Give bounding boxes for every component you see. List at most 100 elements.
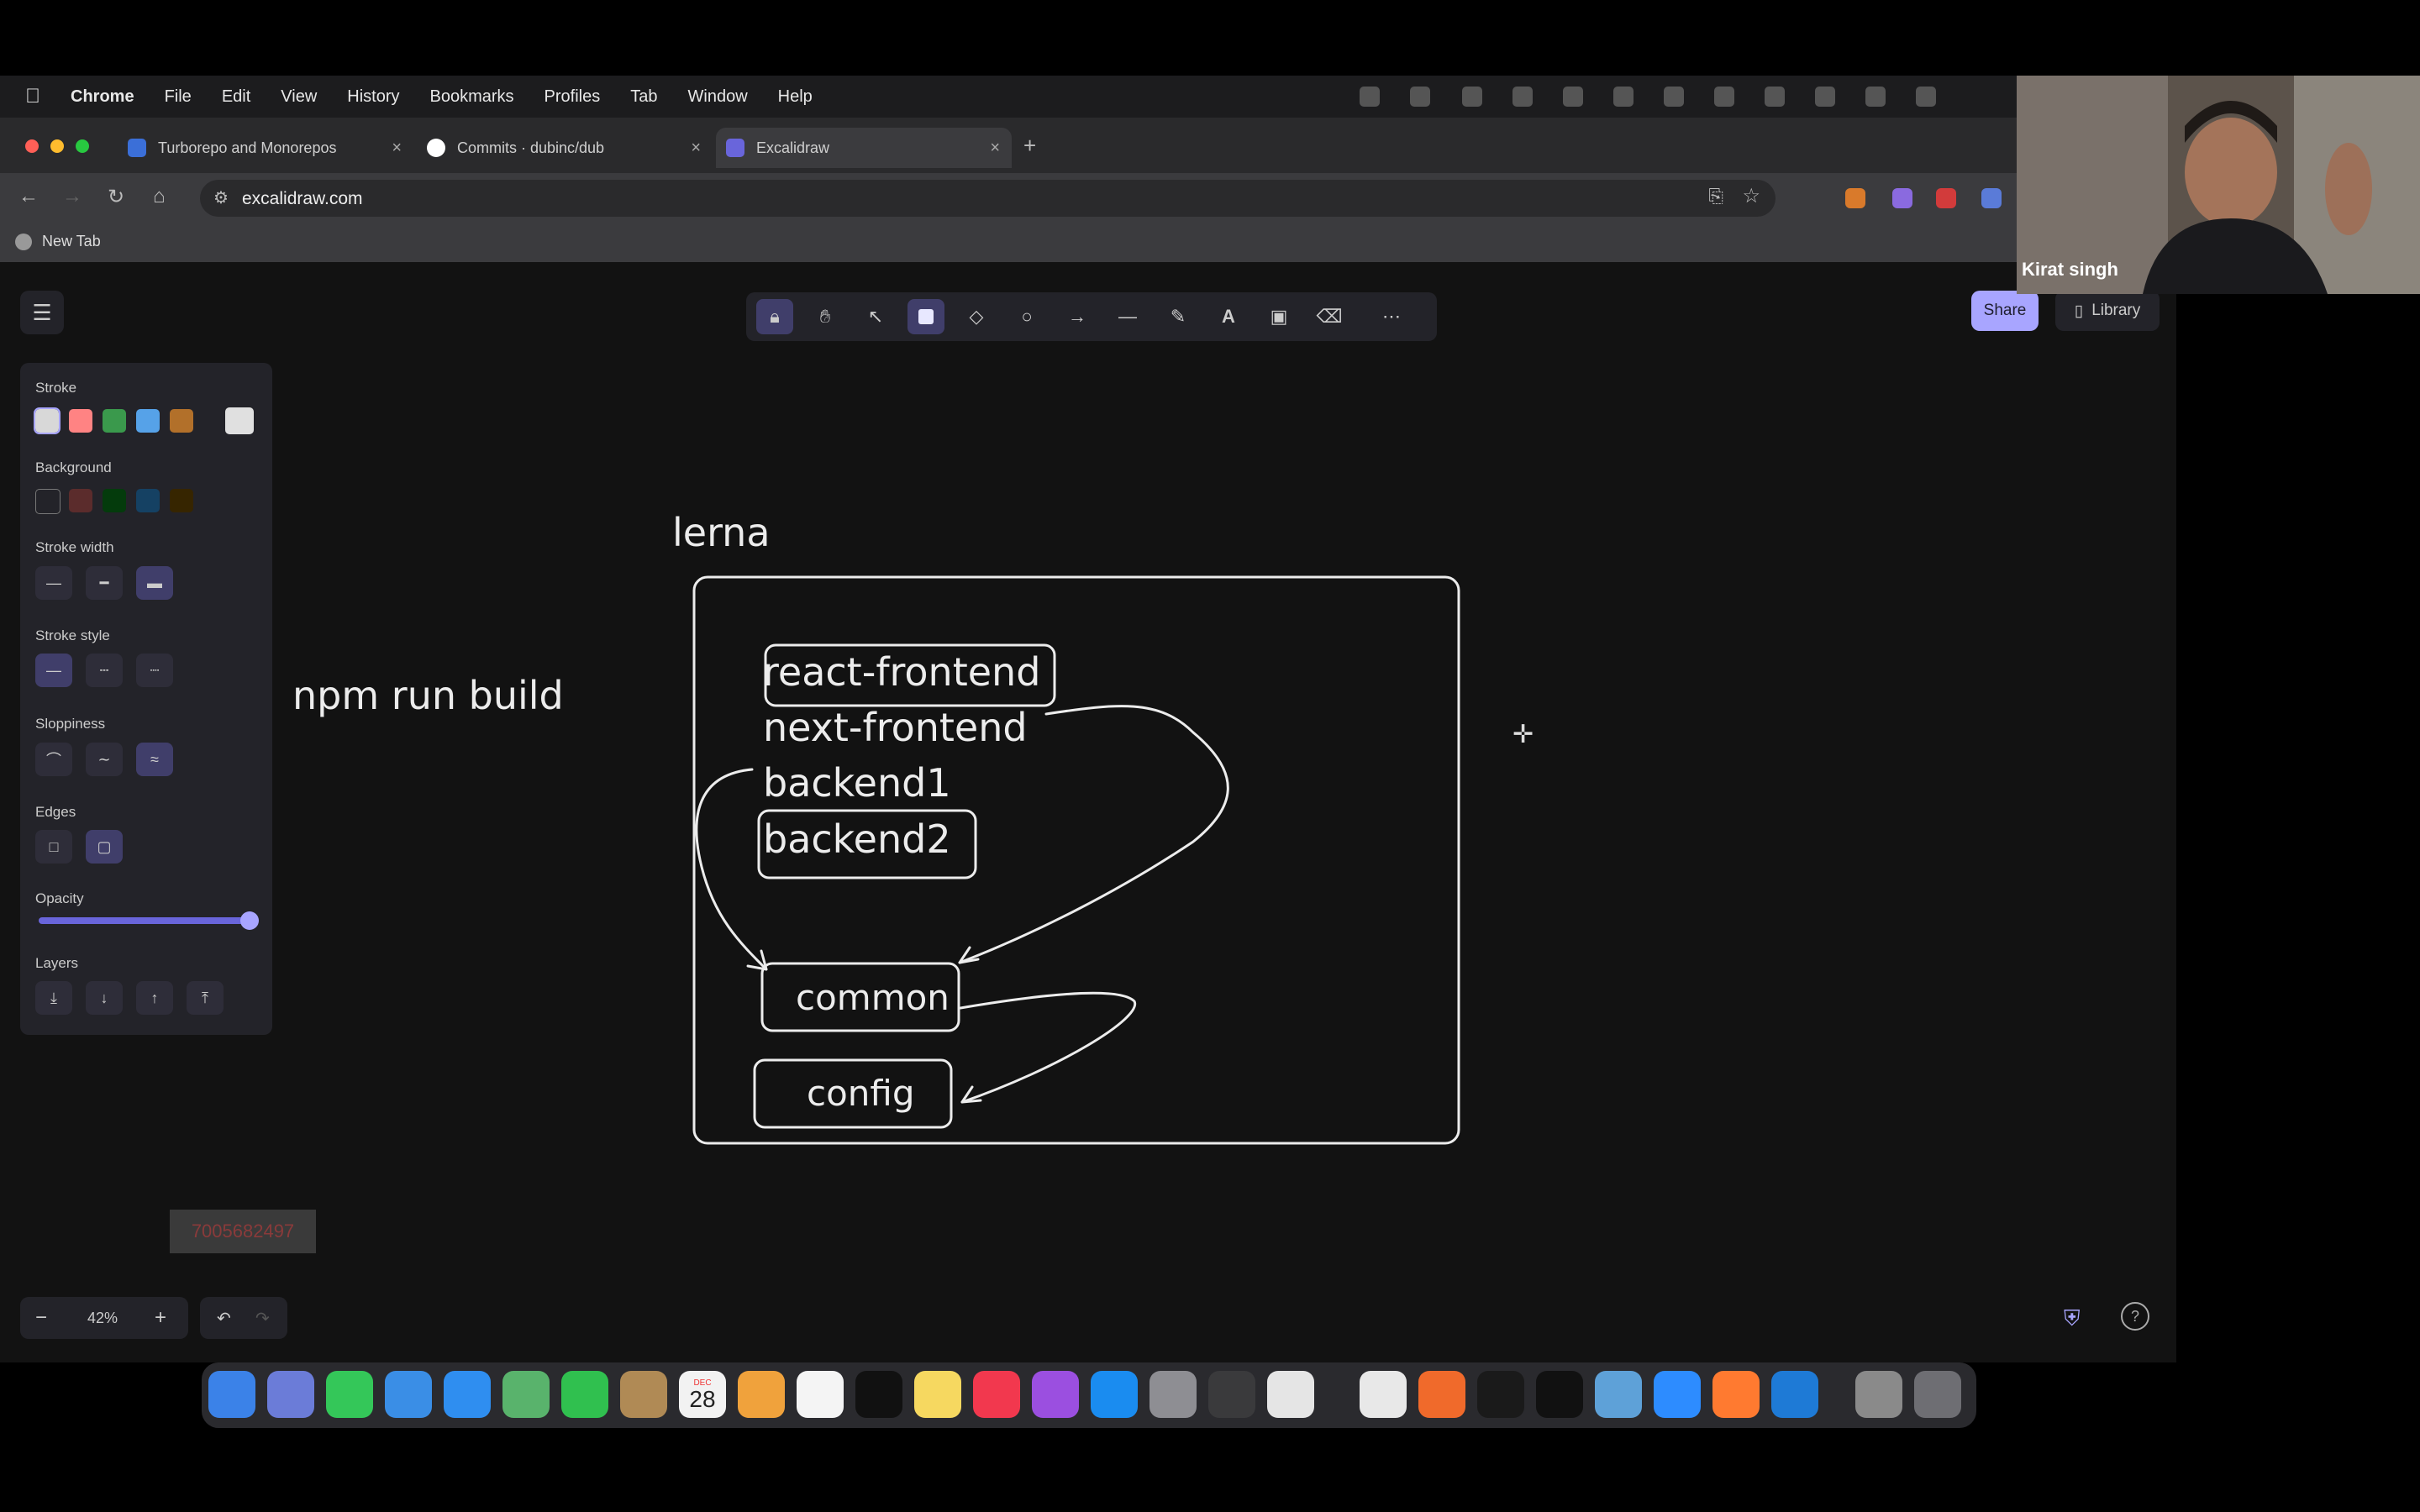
- sloppiness-artist[interactable]: ∼: [86, 743, 123, 776]
- shield-icon[interactable]: ⛨: [2064, 1305, 2081, 1332]
- stroke-color-swatch[interactable]: [136, 409, 160, 433]
- menu-file[interactable]: File: [165, 87, 192, 107]
- home-icon[interactable]: ⌂: [153, 185, 166, 208]
- calendar-icon[interactable]: DEC 28: [679, 1371, 726, 1418]
- close-tab-icon[interactable]: ×: [990, 139, 1000, 158]
- status-icon[interactable]: [1714, 87, 1734, 107]
- preview-icon[interactable]: [1267, 1371, 1314, 1418]
- minimize-window-icon[interactable]: [50, 139, 64, 153]
- menu-history[interactable]: History: [347, 87, 399, 107]
- menu-view[interactable]: View: [281, 87, 317, 107]
- contacts-icon[interactable]: [620, 1371, 667, 1418]
- status-icon[interactable]: [1462, 87, 1482, 107]
- send-backward-button[interactable]: ↓: [86, 981, 123, 1015]
- tab-excalidraw[interactable]: Excalidraw ×: [716, 128, 1012, 168]
- stroke-width-extra-bold[interactable]: ▬: [136, 566, 173, 600]
- extension-icon[interactable]: [1981, 188, 2002, 208]
- arrow-tool-button[interactable]: →: [1059, 299, 1096, 334]
- extension-icon[interactable]: [1892, 188, 1912, 208]
- stroke-width-bold[interactable]: ━: [86, 566, 123, 600]
- photos-icon[interactable]: [738, 1371, 785, 1418]
- install-icon[interactable]: ⎘: [1708, 186, 1723, 207]
- bring-to-front-button[interactable]: ⤒: [187, 981, 224, 1015]
- menu-tab[interactable]: Tab: [630, 87, 657, 107]
- app-store-icon[interactable]: [1091, 1371, 1138, 1418]
- image-tool-button[interactable]: ▣: [1260, 299, 1297, 334]
- excalidraw-canvas[interactable]: [0, 262, 2176, 1362]
- lock-tool-button[interactable]: 🔒︎: [756, 299, 793, 334]
- status-icon[interactable]: [1765, 87, 1785, 107]
- background-color-swatch[interactable]: [170, 489, 193, 512]
- status-icon[interactable]: [1563, 87, 1583, 107]
- close-tab-icon[interactable]: ×: [691, 139, 701, 158]
- terminal-icon[interactable]: [1477, 1371, 1524, 1418]
- text-tool-button[interactable]: A: [1210, 299, 1247, 334]
- bring-forward-button[interactable]: ↑: [136, 981, 173, 1015]
- menu-edit[interactable]: Edit: [222, 87, 250, 107]
- tab-turborepo[interactable]: Turborepo and Monorepos ×: [118, 128, 413, 168]
- status-icon[interactable]: [1815, 87, 1835, 107]
- status-icon[interactable]: [1512, 87, 1533, 107]
- downloads-stack-icon[interactable]: [1855, 1371, 1902, 1418]
- quicktime-icon[interactable]: [1595, 1371, 1642, 1418]
- reminders-icon[interactable]: [797, 1371, 844, 1418]
- selection-tool-button[interactable]: ↖: [857, 299, 894, 334]
- stroke-style-dashed[interactable]: ┄: [86, 654, 123, 687]
- messages-icon[interactable]: [326, 1371, 373, 1418]
- new-tab-icon[interactable]: +: [1023, 133, 1036, 159]
- status-icon[interactable]: [1664, 87, 1684, 107]
- control-center-icon[interactable]: [1916, 87, 1936, 107]
- library-button[interactable]: ▯ Library: [2055, 291, 2160, 331]
- menu-bookmarks[interactable]: Bookmarks: [430, 87, 514, 107]
- ellipse-tool-button[interactable]: ○: [1008, 299, 1045, 334]
- diamond-tool-button[interactable]: ◇: [958, 299, 995, 334]
- terminal-icon[interactable]: [1536, 1371, 1583, 1418]
- zoom-icon[interactable]: [1654, 1371, 1701, 1418]
- forward-icon[interactable]: →: [62, 185, 82, 208]
- address-bar[interactable]: ⚙ excalidraw.com ⎘ ☆: [200, 180, 1776, 217]
- bookmark-star-icon[interactable]: ☆: [1742, 184, 1760, 208]
- current-stroke-color[interactable]: [225, 407, 254, 434]
- draw-tool-button[interactable]: ✎: [1160, 299, 1197, 334]
- rectangle-tool-button[interactable]: [908, 299, 944, 334]
- close-tab-icon[interactable]: ×: [392, 139, 402, 158]
- sloppiness-architect[interactable]: ⌒: [35, 743, 72, 776]
- brave-icon[interactable]: [1418, 1371, 1465, 1418]
- search-icon[interactable]: [1865, 87, 1886, 107]
- music-icon[interactable]: [973, 1371, 1020, 1418]
- send-to-back-button[interactable]: ⤓: [35, 981, 72, 1015]
- status-icon[interactable]: [1613, 87, 1634, 107]
- edges-round[interactable]: ▢: [86, 830, 123, 864]
- system-settings-icon[interactable]: [1150, 1371, 1197, 1418]
- zoom-window-icon[interactable]: [76, 139, 89, 153]
- undo-icon[interactable]: ↶: [217, 1308, 231, 1329]
- trash-icon[interactable]: [1914, 1371, 1961, 1418]
- reload-icon[interactable]: ↻: [108, 185, 124, 209]
- stroke-color-swatch[interactable]: [69, 409, 92, 433]
- stroke-width-thin[interactable]: —: [35, 566, 72, 600]
- sloppiness-cartoonist[interactable]: ≈: [136, 743, 173, 776]
- launchpad-icon[interactable]: [267, 1371, 314, 1418]
- stroke-color-swatch[interactable]: [170, 409, 193, 433]
- status-icon[interactable]: [1360, 87, 1380, 107]
- redo-icon[interactable]: ↷: [255, 1308, 270, 1329]
- zoom-in-button[interactable]: +: [155, 1306, 166, 1330]
- apple-icon[interactable]: : [25, 85, 40, 108]
- opacity-slider-thumb[interactable]: [240, 911, 259, 930]
- status-icon[interactable]: [1410, 87, 1430, 107]
- disk-utility-icon[interactable]: [1208, 1371, 1255, 1418]
- background-color-swatch[interactable]: [35, 489, 60, 514]
- postman-icon[interactable]: [1712, 1371, 1760, 1418]
- stroke-color-swatch[interactable]: [34, 407, 60, 434]
- line-tool-button[interactable]: —: [1109, 299, 1146, 334]
- share-button[interactable]: Share: [1971, 291, 2039, 331]
- stroke-color-swatch[interactable]: [103, 409, 126, 433]
- facetime-icon[interactable]: [561, 1371, 608, 1418]
- menu-profiles[interactable]: Profiles: [544, 87, 601, 107]
- stroke-style-dotted[interactable]: ┈: [136, 654, 173, 687]
- background-color-swatch[interactable]: [103, 489, 126, 512]
- tab-github-commits[interactable]: Commits · dubinc/dub ×: [417, 128, 713, 168]
- stroke-style-solid[interactable]: —: [35, 654, 72, 687]
- maps-icon[interactable]: [502, 1371, 550, 1418]
- zoom-out-button[interactable]: −: [35, 1306, 47, 1330]
